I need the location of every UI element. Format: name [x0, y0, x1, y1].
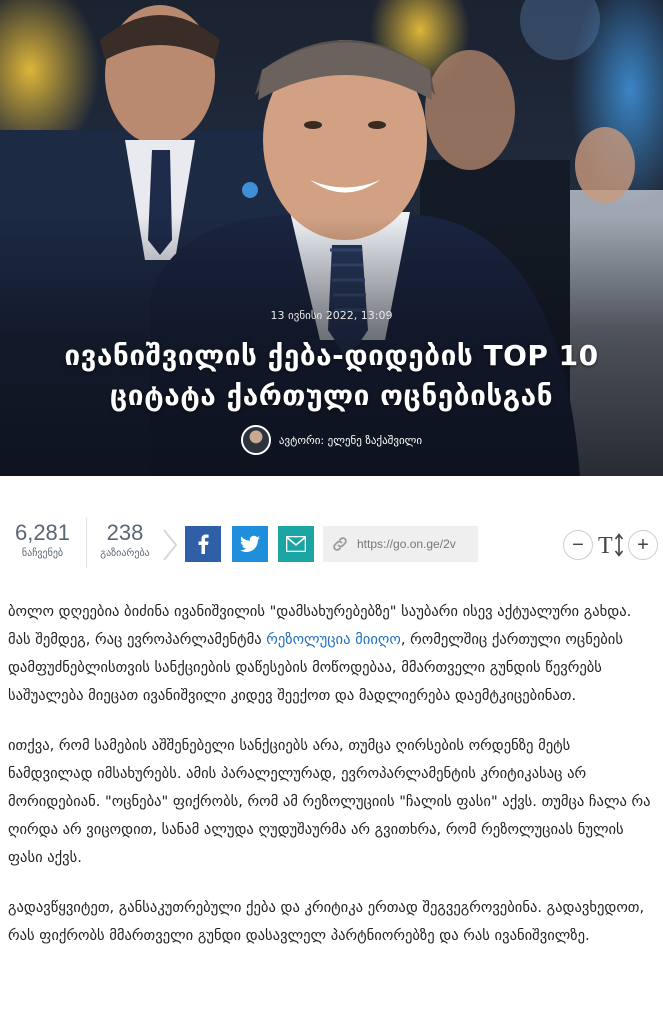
share-url-text[interactable]: https://go.on.ge/2v [357, 537, 456, 551]
twitter-icon [240, 535, 260, 552]
author-avatar[interactable] [240, 425, 271, 455]
article-paragraph: გადავწყვიტეთ, განსაკუთრებული ქება და კრი… [8, 899, 645, 944]
views-value: 6,281 [14, 520, 71, 545]
article-paragraph: ბოლო დღეებია ბიძინა ივანიშვილის "დამსახუ… [8, 598, 653, 710]
facebook-share-button[interactable] [185, 526, 221, 562]
views-label: ნაჩვენებ [21, 548, 64, 559]
font-increase-button[interactable]: + [628, 530, 658, 560]
author-name[interactable]: ავტორი: ელენე ზაქაშვილი [279, 434, 422, 447]
envelope-icon [286, 536, 306, 552]
shares-counter: 238 გაზიარება [90, 520, 160, 559]
article-toolbar: 6,281 ნაჩვენებ 238 გაზიარება https://go.… [0, 510, 663, 580]
link-icon [333, 537, 347, 551]
article-title: ივანიშვილის ქება-დიდების TOP 10 ციტატა ქ… [64, 339, 599, 412]
article-paragraph: ითქვა, რომ სამების აშშენებელი სანქციებს … [8, 737, 651, 866]
author-byline[interactable]: ავტორი: ელენე ზაქაშვილი [0, 425, 663, 455]
facebook-icon [198, 534, 209, 554]
shares-label: გაზიარება [100, 548, 150, 559]
stats-divider [86, 518, 87, 568]
shares-value: 238 [106, 520, 144, 545]
article-body: ბოლო დღეებია ბიძინა ივანიშვილის "დამსახუ… [8, 598, 653, 972]
views-counter: 6,281 ნაჩვენებ [5, 520, 80, 559]
chevron-right-icon [163, 529, 178, 561]
font-decrease-button[interactable]: − [563, 530, 593, 560]
twitter-share-button[interactable] [232, 526, 268, 562]
svg-text:T: T [598, 533, 613, 559]
hero-banner: 13 ივნისი 2022, 13:09 ივანიშვილის ქება-დ… [0, 0, 663, 476]
article-date: 13 ივნისი 2022, 13:09 [270, 309, 393, 322]
font-size-icon: T [598, 533, 624, 559]
resolution-link[interactable]: რეზოლუცია მიიღო [266, 631, 401, 648]
share-url-field[interactable]: https://go.on.ge/2v [323, 526, 478, 562]
email-share-button[interactable] [278, 526, 314, 562]
